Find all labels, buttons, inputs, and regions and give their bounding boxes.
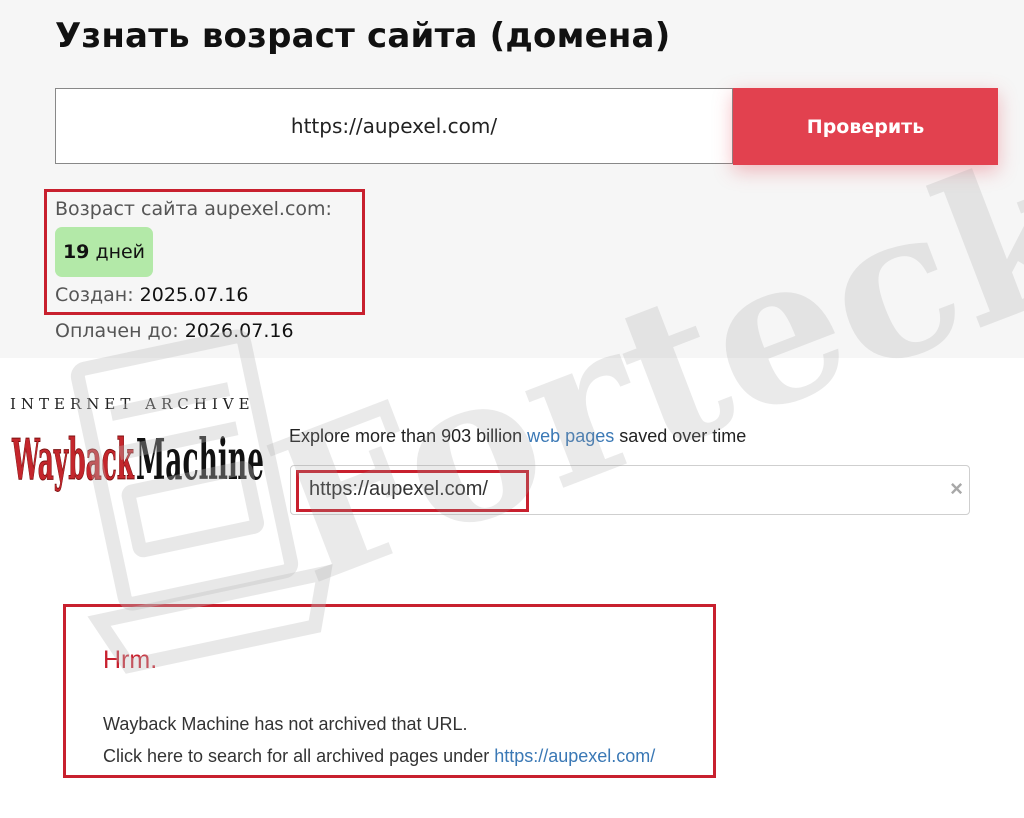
wayback-logo-mark: Wayback Machine: [11, 427, 264, 494]
domain-input[interactable]: [55, 88, 733, 164]
wayback-tagline: Explore more than 903 billion web pages …: [289, 426, 746, 447]
logo-word-machine: Machine: [136, 427, 264, 493]
page-title: Узнать возраст сайта (домена): [55, 16, 671, 56]
paid-label: Оплачен до:: [55, 320, 179, 342]
clear-icon[interactable]: ×: [950, 476, 963, 502]
highlight-frame-result: [63, 604, 716, 778]
logo-word-wayback: Wayback: [12, 427, 135, 493]
logo-top-text: INTERNET ARCHIVE: [10, 395, 255, 413]
tagline-text-after: saved over time: [619, 426, 747, 446]
highlight-frame-search: [296, 470, 529, 512]
tagline-text-before: Explore more than 903 billion: [289, 426, 523, 446]
highlight-frame-age: [44, 189, 365, 315]
wayback-logo[interactable]: INTERNET ARCHIVE Wayback Machine: [10, 395, 266, 495]
paid-row: Оплачен до: 2026.07.16: [55, 320, 294, 342]
web-pages-link[interactable]: web pages: [527, 426, 614, 446]
paid-value: 2026.07.16: [184, 320, 294, 342]
check-button[interactable]: Проверить: [733, 88, 998, 165]
